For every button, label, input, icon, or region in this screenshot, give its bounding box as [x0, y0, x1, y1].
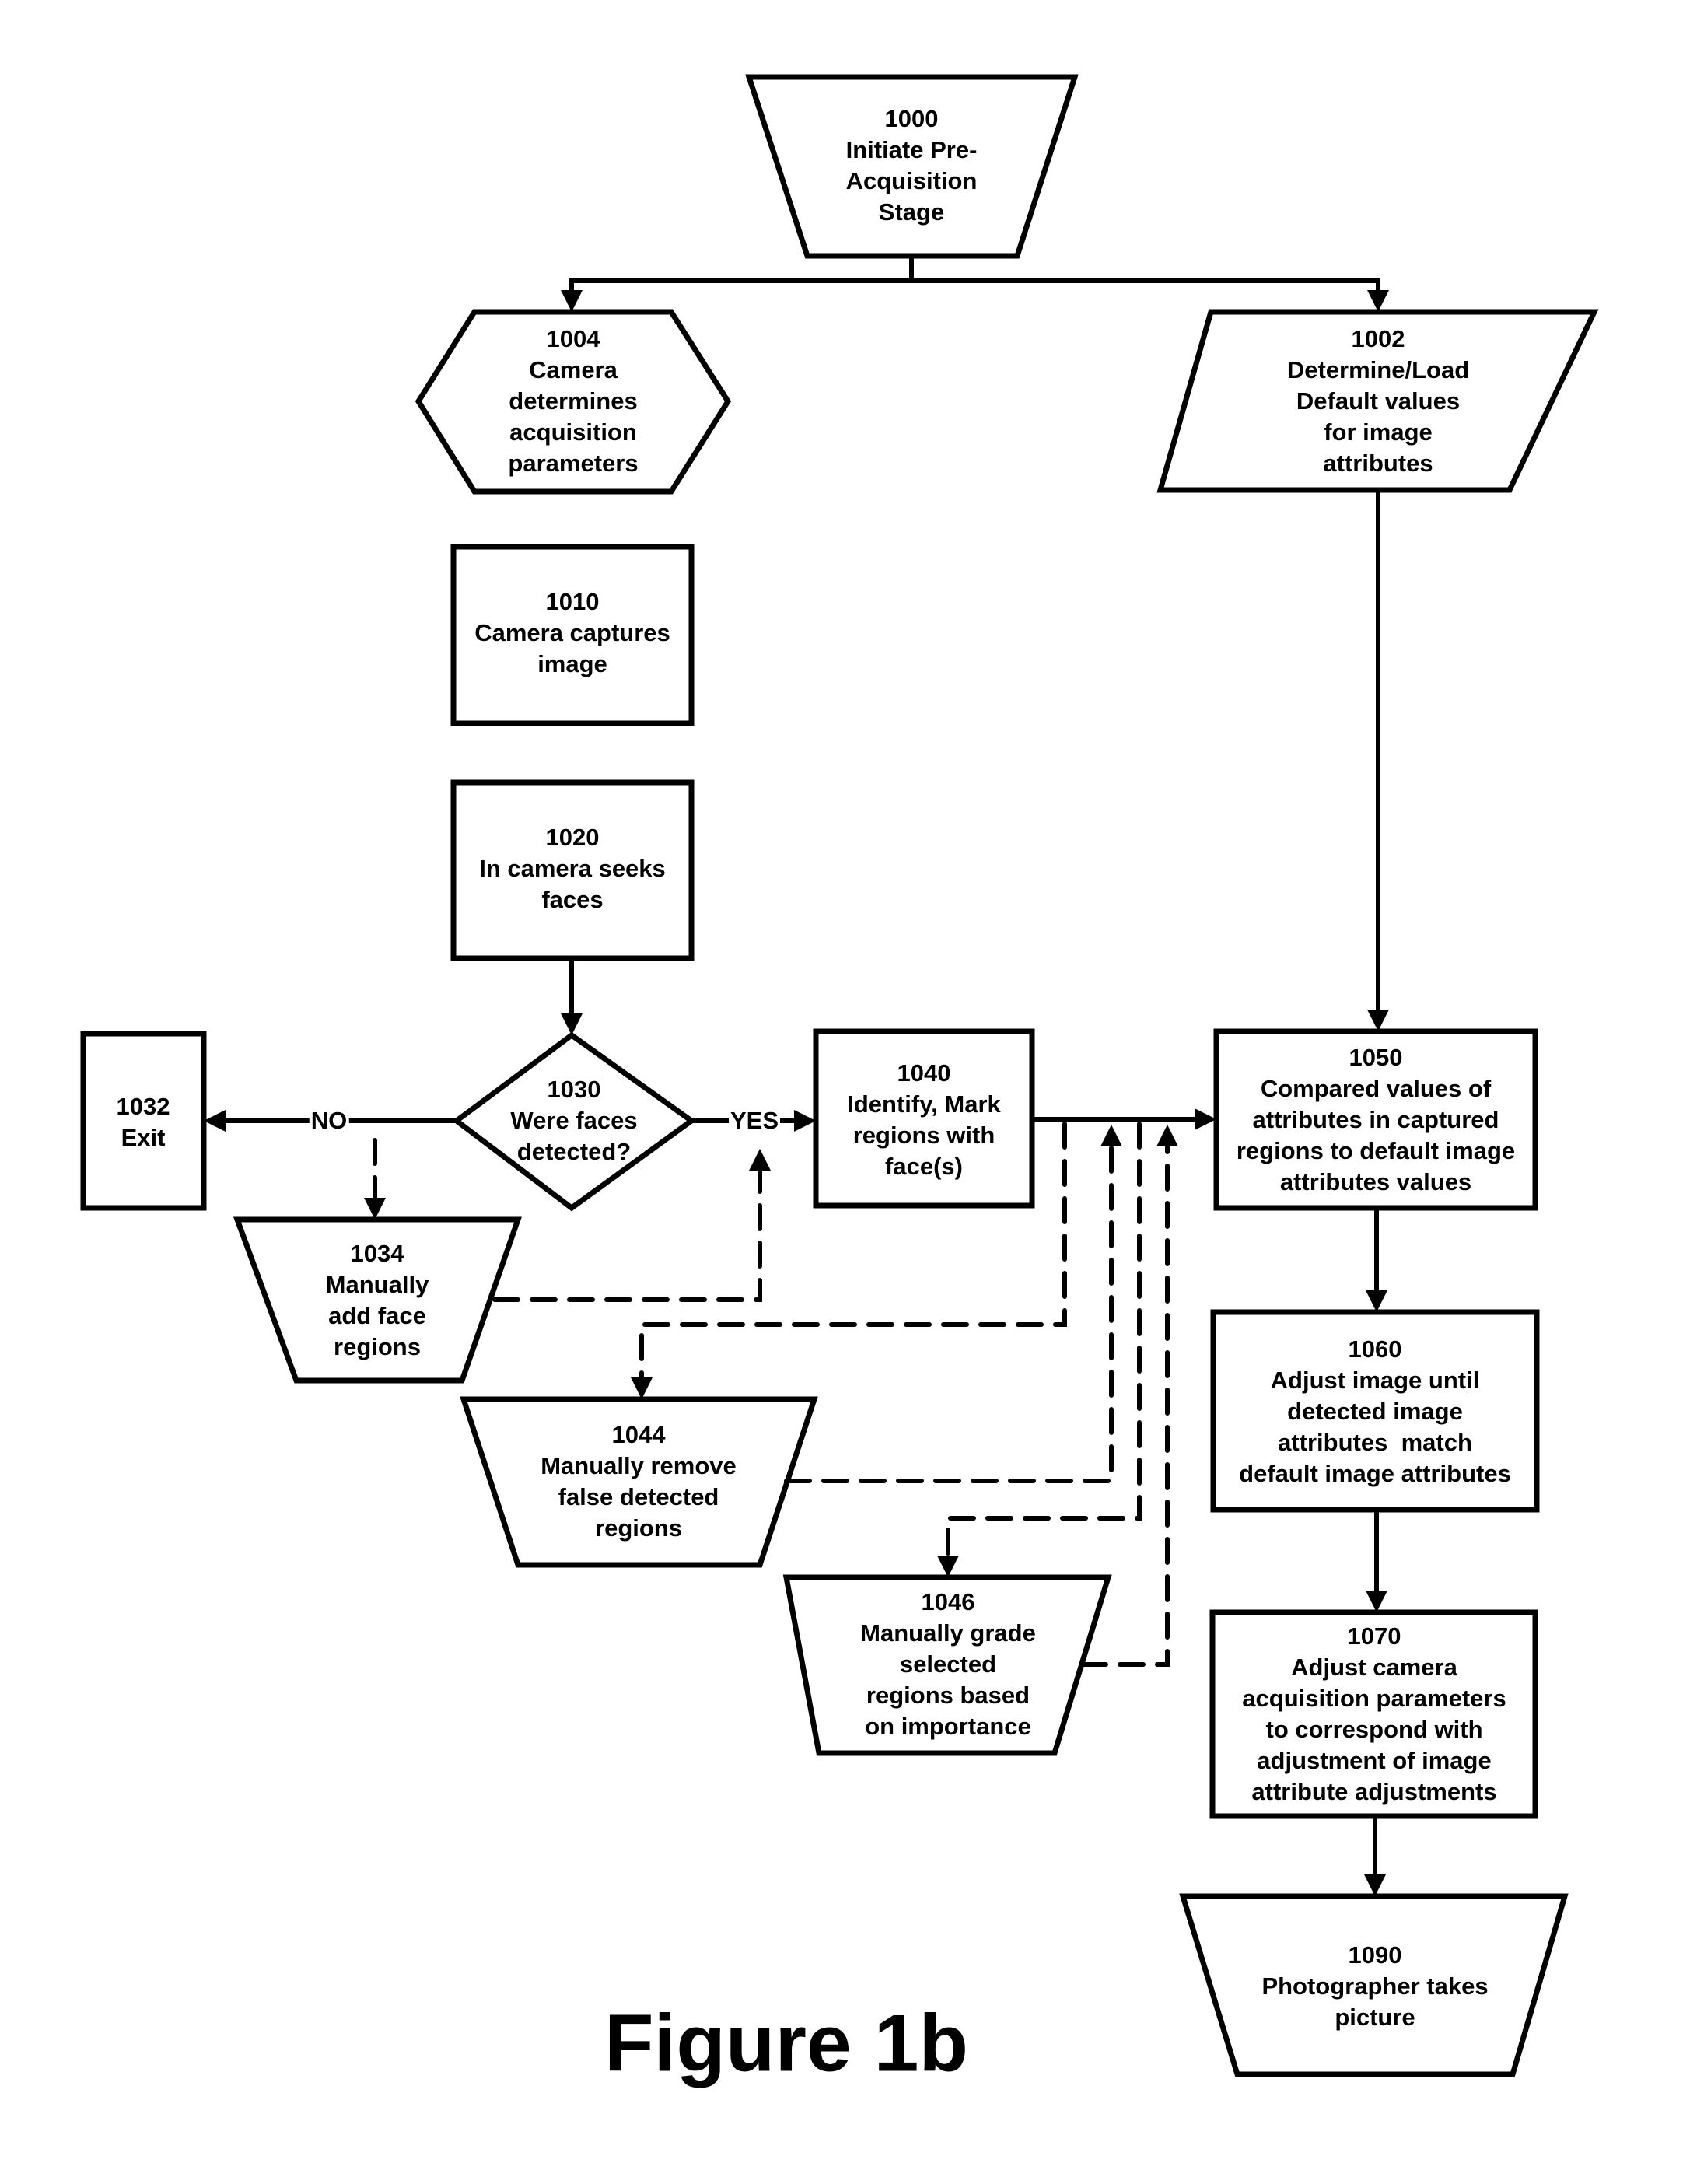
node-1040-line-2: regions with: [852, 1122, 995, 1149]
node-1034-line-1: Manually: [325, 1271, 429, 1298]
node-1070-id: 1070: [1347, 1622, 1401, 1650]
node-1034-id: 1034: [350, 1240, 404, 1267]
node-1044-line-2: false detected: [558, 1483, 719, 1510]
arrowhead-1046-return: [1156, 1125, 1178, 1146]
node-1060-line-2: detected image: [1287, 1398, 1463, 1425]
node-1040-label: 1040 Identify, Mark regions with face(s): [847, 1058, 1001, 1182]
node-1090-label: 1090 Photographer takes picture: [1261, 1940, 1488, 2033]
node-1050-line-1: Compared values of: [1260, 1075, 1492, 1102]
node-1002-line-3: for image: [1324, 418, 1433, 446]
node-1050-label: 1050 Compared values of attributes in ca…: [1237, 1042, 1515, 1198]
node-1000-line-3: Stage: [878, 198, 945, 226]
arrowhead-1044: [631, 1377, 653, 1399]
node-1032-label: 1032 Exit: [117, 1091, 170, 1153]
arrowhead-1002: [1367, 290, 1389, 312]
node-1000-label: 1000 Initiate Pre- Acquisition Stage: [846, 103, 978, 228]
node-1060-line-1: Adjust image until: [1270, 1367, 1480, 1394]
node-1090-line-1: Photographer takes: [1261, 1972, 1489, 2000]
edge-1034-to-yes-dashed: [492, 1168, 762, 1302]
node-1070-line-3: to correspond with: [1265, 1716, 1483, 1743]
node-1020-line-2: faces: [541, 886, 604, 913]
node-1002-line-4: attributes: [1323, 450, 1433, 477]
node-1070-line-5: attribute adjustments: [1251, 1778, 1497, 1805]
node-1060-line-4: default image attributes: [1239, 1460, 1511, 1487]
node-1000-line-2: Acquisition: [845, 167, 978, 194]
edge-label-yes: YES: [728, 1107, 781, 1134]
node-1046-line-4: on importance: [865, 1713, 1031, 1740]
edge-1000-to-1002: [911, 278, 1380, 292]
arrowhead-1030: [561, 1013, 583, 1035]
edge-label-no: NO: [309, 1107, 349, 1134]
node-1044-id: 1044: [611, 1421, 666, 1448]
node-1060-label: 1060 Adjust image until detected image a…: [1239, 1334, 1511, 1489]
node-1010-line-1: Camera captures: [474, 619, 670, 646]
node-1032-line-1: Exit: [121, 1124, 166, 1151]
arrowhead-1040: [794, 1110, 816, 1132]
node-1002-line-2: Default values: [1296, 387, 1461, 415]
node-1030-line-2: detected?: [516, 1138, 632, 1165]
arrowhead-1032: [204, 1110, 226, 1132]
node-1034-line-3: regions: [334, 1333, 421, 1360]
node-1046-line-3: regions based: [866, 1682, 1030, 1709]
node-1004-id: 1004: [546, 325, 600, 352]
arrowhead-1044-return: [1100, 1125, 1122, 1146]
arrowhead-1090: [1364, 1874, 1386, 1896]
arrowhead-1004: [561, 290, 583, 312]
node-1046-line-2: selected: [899, 1650, 997, 1678]
node-1044-label: 1044 Manually remove false detected regi…: [541, 1419, 737, 1544]
arrowhead-1050-top: [1367, 1010, 1389, 1031]
node-1044-line-1: Manually remove: [541, 1452, 737, 1479]
node-1040-id: 1040: [897, 1059, 951, 1087]
node-1060-line-3: attributes match: [1278, 1429, 1472, 1456]
node-1004-line-4: parameters: [508, 450, 639, 477]
node-1010-line-2: image: [537, 650, 607, 677]
arrowhead-1060: [1366, 1290, 1387, 1312]
node-1000-id: 1000: [884, 105, 939, 132]
node-1034-label: 1034 Manually add face regions: [326, 1238, 429, 1363]
arrowhead-1050-left: [1195, 1108, 1216, 1130]
arrowhead-1046: [937, 1556, 959, 1577]
node-1030-line-1: Were faces: [510, 1107, 638, 1134]
node-1002-line-1: Determine/Load: [1286, 356, 1470, 383]
node-1070-line-4: adjustment of image: [1257, 1747, 1492, 1774]
node-1004-line-2: determines: [509, 387, 638, 415]
node-1050-line-4: attributes values: [1279, 1168, 1472, 1195]
arrowhead-1070: [1366, 1591, 1387, 1612]
node-1070-line-1: Adjust camera: [1291, 1654, 1457, 1681]
arrowhead-yes-return: [749, 1149, 771, 1171]
node-1000-line-1: Initiate Pre-: [845, 136, 978, 163]
node-1002-id: 1002: [1351, 325, 1405, 352]
node-1090-line-2: picture: [1335, 2004, 1415, 2031]
edge-1000-to-1004: [569, 278, 911, 292]
node-1030-id: 1030: [547, 1076, 601, 1103]
node-1044-line-3: regions: [595, 1514, 682, 1542]
node-1020-line-1: In camera seeks: [479, 855, 666, 882]
node-1030-label: 1030 Were faces detected?: [510, 1074, 637, 1167]
node-1050-id: 1050: [1349, 1044, 1403, 1071]
node-1070-label: 1070 Adjust camera acquisition parameter…: [1242, 1621, 1506, 1808]
node-1004-label: 1004 Camera determines acquisition param…: [508, 324, 638, 479]
node-1020-id: 1020: [545, 824, 600, 851]
node-1004-line-1: Camera: [529, 356, 618, 383]
node-1050-line-3: regions to default image: [1236, 1137, 1516, 1164]
node-1046-label: 1046 Manually grade selected regions bas…: [860, 1587, 1036, 1742]
node-1002-label: 1002 Determine/Load Default values for i…: [1287, 324, 1469, 479]
node-1004-line-3: acquisition: [509, 418, 637, 446]
node-1010-id: 1010: [545, 588, 600, 615]
node-1032-id: 1032: [116, 1093, 170, 1120]
node-1046-id: 1046: [921, 1588, 975, 1615]
arrowhead-1034: [364, 1198, 386, 1220]
node-1060-id: 1060: [1348, 1335, 1402, 1363]
node-1046-line-1: Manually grade: [860, 1619, 1036, 1647]
node-1010-label: 1010 Camera captures image: [474, 586, 670, 680]
node-1034-line-2: add face: [328, 1302, 426, 1329]
node-1040-line-3: face(s): [885, 1153, 963, 1180]
node-1040-line-1: Identify, Mark: [847, 1090, 1001, 1118]
node-1020-label: 1020 In camera seeks faces: [479, 822, 666, 915]
node-1090-id: 1090: [1348, 1941, 1402, 1969]
node-1050-line-2: attributes in captured: [1252, 1106, 1499, 1133]
node-1070-line-2: acquisition parameters: [1242, 1685, 1506, 1712]
figure-caption: Figure 1b: [604, 1998, 969, 2089]
